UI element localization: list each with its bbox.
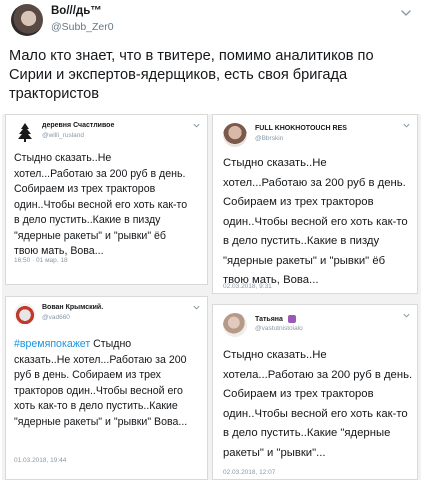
card-timestamp: 02.03.2018, 12:07 [223, 469, 276, 476]
avatar [223, 123, 247, 147]
chevron-down-icon [193, 123, 200, 128]
chevron-down-icon [403, 313, 410, 318]
tweet-image-collage[interactable]: деревня Счастливое @willi_rusland Стыдно… [2, 114, 421, 480]
chevron-down-icon [403, 123, 410, 128]
avatar[interactable] [11, 4, 43, 36]
card-author-name: деревня Счастливое [42, 122, 115, 129]
card-text: Стыдно сказать..Не хотел...Работаю за 20… [14, 152, 188, 257]
card-author-handle: @Bbrskin [255, 135, 284, 142]
card-text: #времяпокажет Стыдно сказать..Не хотел..… [14, 338, 188, 428]
card-timestamp: 01.03.2018, 19:44 [14, 457, 67, 464]
screenshot-card: деревня Счастливое @willi_rusland Стыдно… [5, 114, 208, 285]
tweet-header: Во///дь™ @Subb_Zer0 [0, 0, 423, 40]
chevron-down-icon [193, 305, 200, 310]
card-timestamp: 02.03.2018, 9:31 [223, 283, 272, 290]
card-author-name: FULL KHOKHOTOUCH RES [255, 125, 347, 132]
author-handle[interactable]: @Subb_Zer0 [51, 21, 114, 33]
screenshot-card: Вован Крымский. @vad660 #времяпокажет Ст… [5, 296, 208, 480]
card-text: Стыдно сказать..Не хотел...Работаю за 20… [223, 157, 408, 286]
card-author-handle: @willi_rusland [42, 132, 85, 139]
card-author-name: Татьяна [255, 315, 296, 323]
card-text: Стыдно сказать..Не хотела...Работаю за 2… [223, 349, 413, 459]
author-display-name[interactable]: Во///дь™ [51, 5, 102, 17]
card-timestamp: 16:50 · 01 мар. 18 [14, 257, 68, 264]
card-author-handle: @vad660 [42, 314, 70, 321]
card-author-handle: @vastutnistoialo [255, 325, 303, 332]
verified-badge-icon [287, 315, 296, 323]
screenshot-card: Татьяна @vastutnistoialo Стыдно сказать.… [212, 304, 418, 480]
screenshot-card: FULL KHOKHOTOUCH RES @Bbrskin Стыдно ска… [212, 114, 418, 294]
hashtag-link: #времяпокажет [14, 338, 91, 350]
tree-avatar-icon [14, 121, 36, 143]
avatar [14, 303, 36, 325]
chevron-down-icon[interactable] [399, 6, 413, 20]
avatar [223, 313, 247, 337]
card-author-name: Вован Крымский. [42, 304, 104, 311]
tweet-text: Мало кто знает, что в твитере, помимо ан… [9, 48, 374, 102]
